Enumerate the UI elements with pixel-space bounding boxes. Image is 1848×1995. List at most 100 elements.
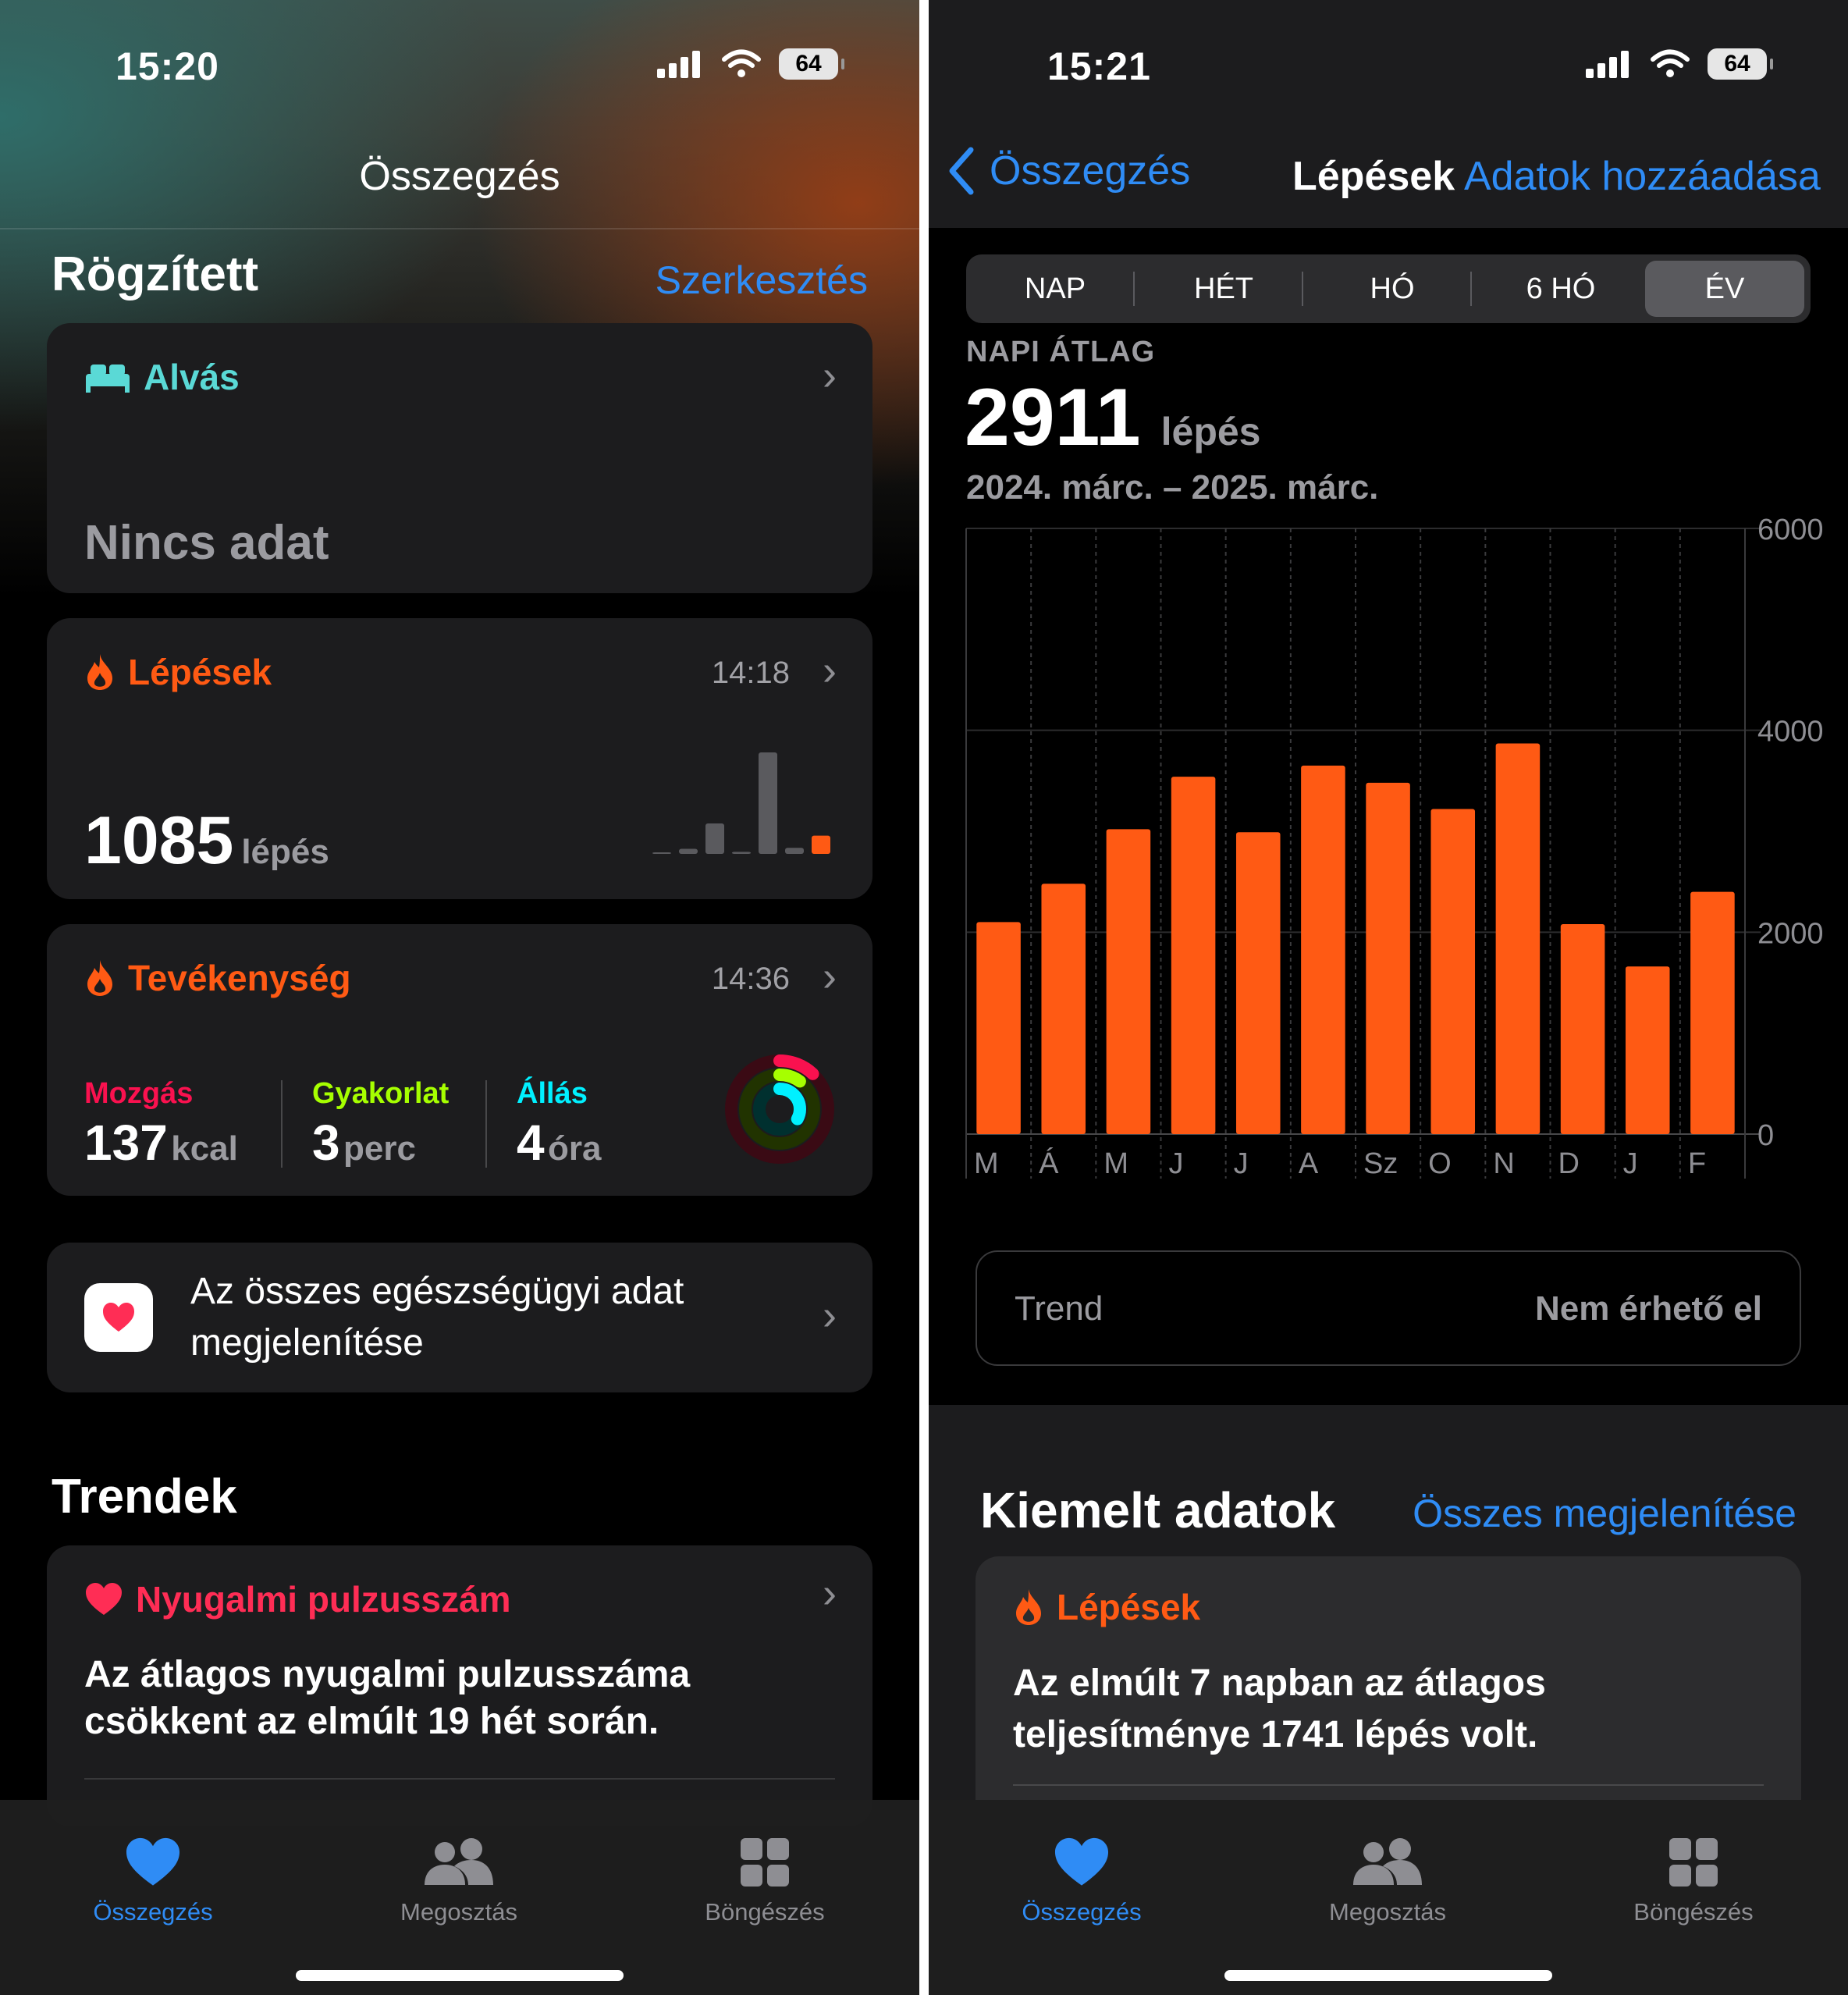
- x-tick-label: F: [1688, 1147, 1706, 1179]
- people-icon: [1353, 1838, 1422, 1885]
- divider: [281, 1080, 283, 1168]
- x-tick-label: Á: [1039, 1147, 1059, 1179]
- bar[interactable]: [1560, 923, 1605, 1134]
- stand-stat: Állás 4 óra: [517, 1077, 602, 1172]
- bar[interactable]: [1301, 765, 1345, 1134]
- heart-icon: [1054, 1837, 1109, 1886]
- tab-bar: Összegzés Megosztás Böngészés: [929, 1800, 1848, 1995]
- segment-month[interactable]: HÓ: [1313, 261, 1472, 317]
- summary-date-range: 2024. márc. – 2025. márc.: [966, 468, 1379, 507]
- steps-time: 14:18: [711, 656, 790, 690]
- sleep-card[interactable]: Alvás › Nincs adat: [47, 323, 872, 593]
- divider: [485, 1080, 487, 1168]
- segment-week[interactable]: HÉT: [1144, 261, 1303, 317]
- tab-summary[interactable]: Összegzés: [52, 1831, 254, 1926]
- move-unit: kcal: [171, 1129, 238, 1168]
- highlight-steps-text: Az elmúlt 7 napban az átlagos teljesítmé…: [1013, 1662, 1546, 1755]
- trends-title: Trendek: [52, 1470, 237, 1524]
- heart-rate-text: Az átlagos nyugalmi pulzusszáma csökkent…: [84, 1654, 691, 1742]
- mini-bar: [705, 823, 724, 854]
- mini-bar: [652, 852, 671, 854]
- activity-header: Tevékenység: [84, 957, 351, 999]
- heart-icon: [126, 1837, 180, 1886]
- tab-sharing-label: Megosztás: [400, 1898, 517, 1926]
- tab-sharing[interactable]: Megosztás: [1286, 1831, 1489, 1926]
- back-button[interactable]: Összegzés: [947, 147, 1190, 195]
- highlights-title: Kiemelt adatok: [980, 1482, 1336, 1538]
- pinned-title: Rögzített: [52, 247, 259, 301]
- bed-icon: [86, 365, 130, 393]
- chevron-right-icon: ›: [823, 647, 837, 694]
- segment-6-months[interactable]: 6 HÓ: [1481, 261, 1640, 317]
- status-time: 15:20: [116, 44, 219, 88]
- show-all-link[interactable]: Összes megjelenítése: [1413, 1491, 1796, 1536]
- steps-detail-screen: 15:21 64 Összegzés Lépések Adatok hozzáa…: [929, 0, 1848, 1995]
- mini-bar: [759, 752, 777, 854]
- tab-browse-label: Böngészés: [1633, 1898, 1754, 1926]
- exercise-stat: Gyakorlat 3 perc: [312, 1077, 449, 1172]
- bar[interactable]: [1366, 782, 1410, 1134]
- tab-browse-label: Böngészés: [705, 1898, 825, 1926]
- trend-row[interactable]: Trend Nem érhető el: [976, 1250, 1801, 1366]
- battery-icon: 64: [1708, 48, 1773, 80]
- bar[interactable]: [1041, 884, 1086, 1134]
- sleep-no-data: Nincs adat: [84, 516, 329, 570]
- bar[interactable]: [1430, 809, 1476, 1134]
- tab-browse[interactable]: Böngészés: [663, 1831, 866, 1926]
- heart-icon: [86, 1583, 122, 1615]
- add-data-link[interactable]: Adatok hozzáadása: [1464, 153, 1821, 200]
- y-tick-label: 0: [1757, 1119, 1774, 1152]
- bar[interactable]: [976, 922, 1021, 1134]
- bar[interactable]: [1106, 829, 1151, 1134]
- all-health-data-row[interactable]: Az összes egészségügyi adat megjelenítés…: [47, 1243, 872, 1392]
- activity-time: 14:36: [711, 962, 790, 996]
- steps-card[interactable]: Lépések 14:18 › 1085 lépés: [47, 618, 872, 899]
- divider: [1013, 1784, 1764, 1786]
- divider: [84, 1778, 835, 1780]
- steps-bar-chart: 6000 4000 2000 0 M Á M J J A Sz O N D J F: [965, 514, 1824, 1179]
- bar[interactable]: [1625, 966, 1670, 1134]
- highlight-steps-header: Lépések: [1013, 1586, 1200, 1628]
- heart-rate-label: Nyugalmi pulzusszám: [136, 1579, 511, 1620]
- resting-heart-rate-card[interactable]: Nyugalmi pulzusszám › Az átlagos nyugalm…: [47, 1545, 872, 1826]
- flame-icon: [87, 654, 112, 690]
- y-tick-label: 2000: [1757, 917, 1824, 950]
- move-value: 137: [84, 1115, 168, 1171]
- activity-card[interactable]: Tevékenység 14:36 › Mozgás 137 kcal Gyak…: [47, 924, 872, 1196]
- bar[interactable]: [1235, 832, 1281, 1134]
- tab-browse[interactable]: Böngészés: [1592, 1831, 1795, 1926]
- signal-icon: [657, 51, 700, 78]
- edit-link[interactable]: Szerkesztés: [656, 258, 868, 303]
- exercise-value: 3: [312, 1115, 340, 1171]
- status-time: 15:21: [1047, 44, 1151, 88]
- divider: [1470, 272, 1472, 306]
- x-tick-label: J: [1623, 1147, 1638, 1179]
- x-tick-label: J: [1234, 1147, 1249, 1179]
- bar[interactable]: [1171, 777, 1216, 1134]
- stand-unit: óra: [548, 1129, 602, 1168]
- segment-year[interactable]: ÉV: [1645, 261, 1804, 317]
- summary-value: 2911: [965, 372, 1141, 463]
- flame-icon: [87, 960, 112, 996]
- tab-sharing[interactable]: Megosztás: [357, 1831, 560, 1926]
- wifi-icon: [1651, 49, 1690, 77]
- segment-day[interactable]: NAP: [976, 261, 1135, 317]
- page-title: Lépések: [1292, 154, 1455, 199]
- summary-unit: lépés: [1160, 410, 1261, 453]
- wifi-icon: [722, 49, 761, 77]
- mini-bar: [732, 852, 751, 854]
- x-tick-label: M: [974, 1147, 999, 1179]
- bar[interactable]: [1690, 891, 1735, 1134]
- x-tick-label: A: [1299, 1147, 1319, 1179]
- signal-icon: [1586, 51, 1629, 78]
- x-tick-label: M: [1103, 1147, 1128, 1179]
- highlight-steps-card[interactable]: Lépések Az elmúlt 7 napban az átlagos te…: [976, 1556, 1801, 1837]
- exercise-label: Gyakorlat: [312, 1077, 450, 1110]
- tab-summary[interactable]: Összegzés: [980, 1831, 1183, 1926]
- nav-divider: [0, 228, 919, 229]
- y-tick-label: 6000: [1757, 514, 1824, 546]
- sleep-header: Alvás: [84, 356, 240, 398]
- bar[interactable]: [1495, 743, 1541, 1134]
- stand-label: Állás: [517, 1077, 588, 1110]
- move-label: Mozgás: [84, 1077, 194, 1110]
